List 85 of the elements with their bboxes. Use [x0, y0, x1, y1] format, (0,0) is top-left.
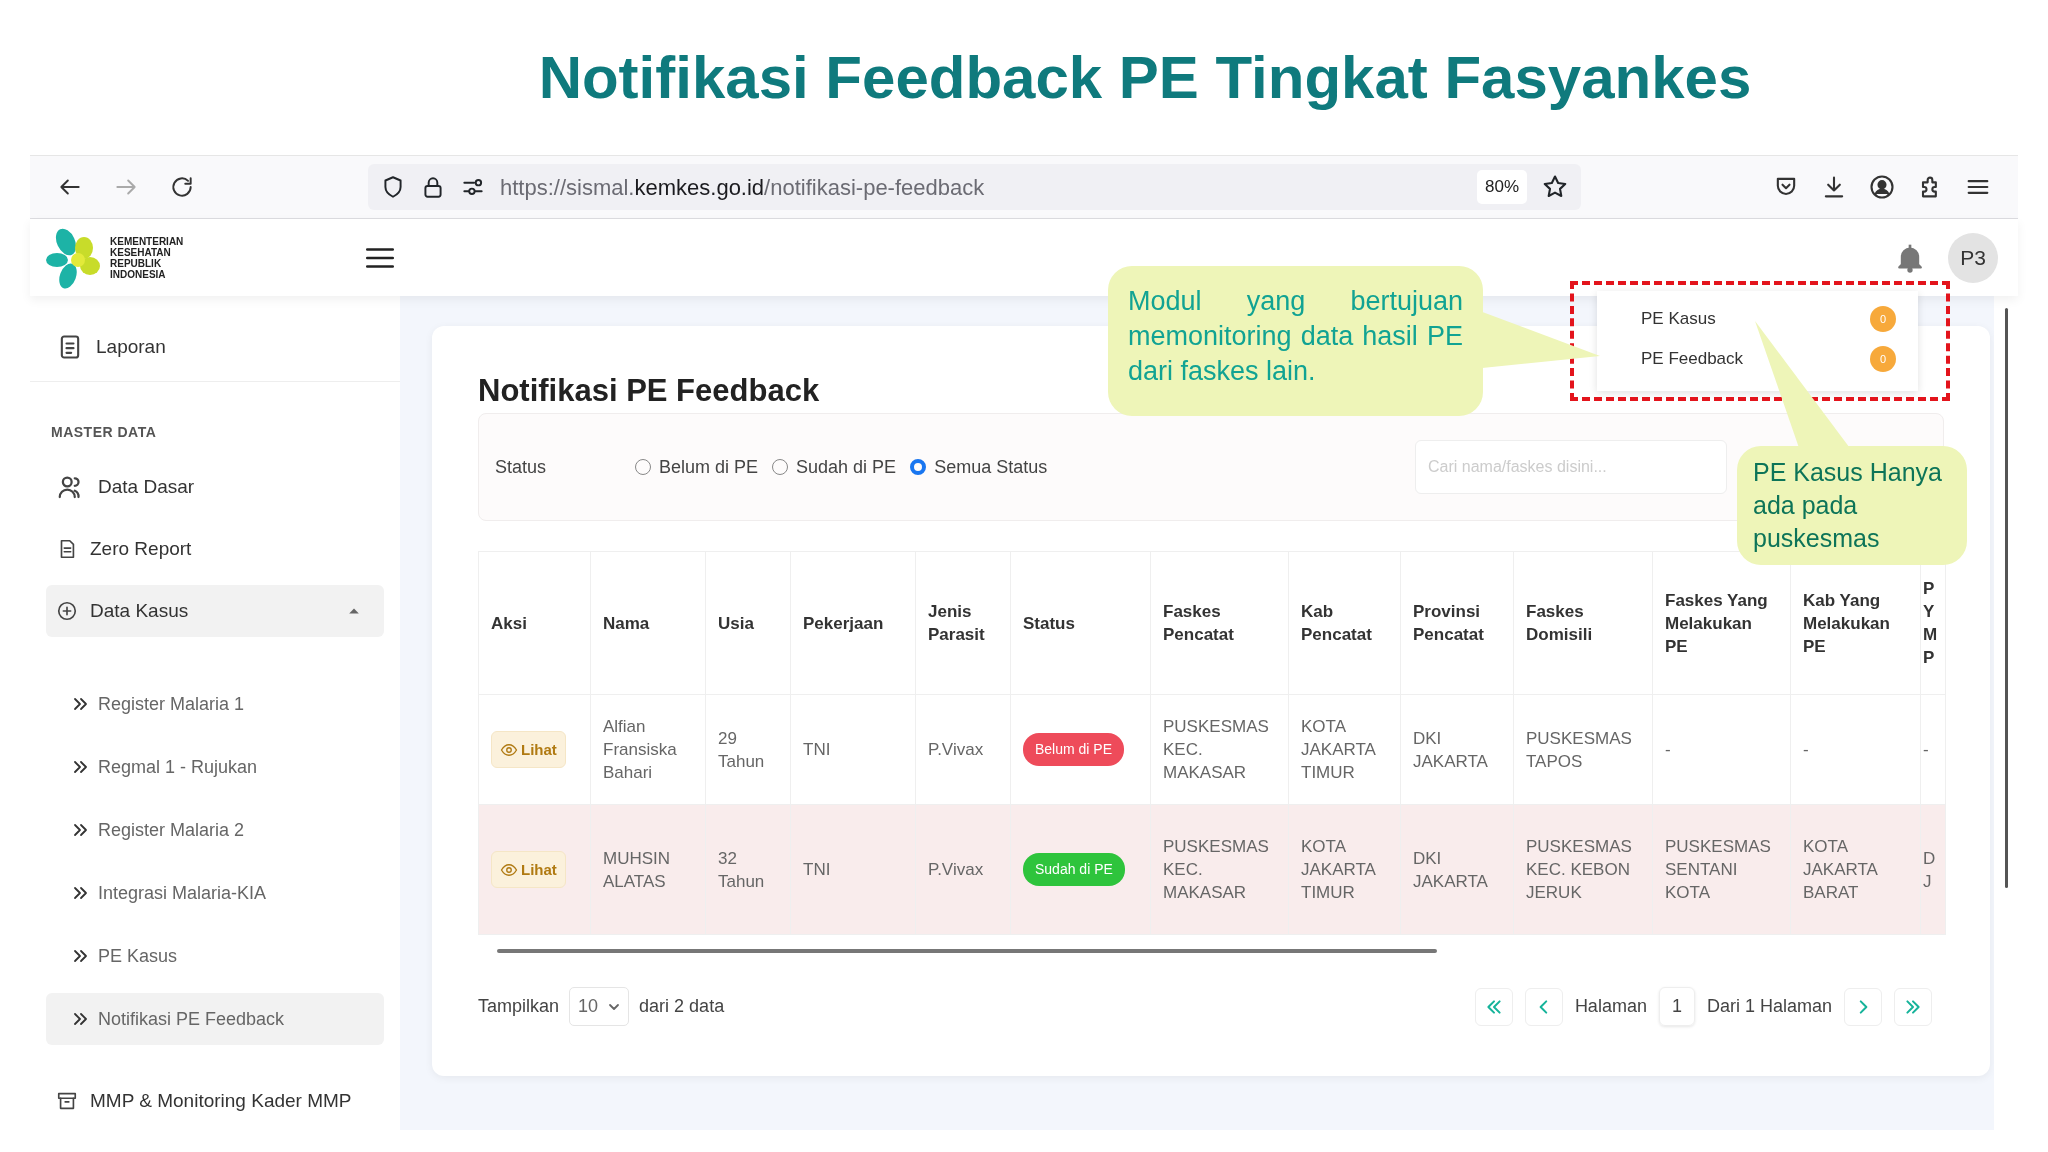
sidebar-item[interactable]: Data Dasar	[46, 461, 384, 513]
menu-item[interactable]: PE Kasus	[1641, 306, 1716, 332]
table-cell: PUSKESMAS SENTANI KOTA	[1652, 804, 1791, 935]
filter-label: Status	[495, 455, 548, 479]
radio-label[interactable]: Sudah di PE	[796, 453, 897, 481]
table-cell: Alfian Fransiska Bahari	[590, 694, 706, 805]
logo-text: KEMENTERIAN KESEHATAN REPUBLIK INDONESIA	[110, 235, 184, 280]
submenu-item[interactable]: PE Kasus	[46, 930, 384, 982]
table-cell: P.Vivax	[915, 804, 1011, 935]
callout: Modul yang bertujuan memonitoring data hasil PE dari faskes lain.	[1108, 266, 1483, 416]
double-chevron-icon	[72, 822, 88, 838]
pagination-button[interactable]	[1894, 987, 1932, 1026]
table-cell: DKI JAKARTA	[1400, 694, 1514, 805]
scrollbar-thumb[interactable]	[497, 949, 1437, 953]
total-text: dari 2 data	[639, 995, 725, 1018]
table-cell: DKI JAKARTA	[1400, 804, 1514, 935]
section-heading: MASTER DATA	[50, 423, 158, 442]
sidebar-item[interactable]: MMP & Monitoring Kader MMP	[46, 1075, 384, 1127]
status-badge: Belum di PE	[1023, 733, 1125, 766]
column-header: Usia	[705, 551, 791, 695]
menu-item[interactable]: PE Feedback	[1641, 346, 1744, 372]
column-header: Faskes Domisili	[1513, 551, 1653, 695]
double-chevron-right-icon	[1904, 997, 1922, 1016]
table-cell: PUSKESMAS TAPOS	[1513, 694, 1653, 805]
radio-button[interactable]	[910, 459, 927, 475]
slide-title: Notifikasi Feedback PE Tingkat Fasyankes	[538, 42, 1752, 113]
table-cell: -	[1652, 694, 1791, 805]
column-header: Faskes Pencatat	[1150, 551, 1289, 695]
page-size-select[interactable]: 10	[569, 987, 630, 1026]
submenu-item[interactable]: Register Malaria 2	[46, 804, 384, 856]
double-chevron-icon	[72, 948, 88, 964]
column-header: Aksi	[478, 551, 591, 695]
reload-icon[interactable]	[169, 174, 195, 200]
count-badge: 0	[1870, 346, 1896, 372]
page-label: Halaman	[1574, 995, 1647, 1018]
table-cell: 29 Tahun	[705, 694, 791, 805]
table-cell: -	[1920, 694, 1946, 805]
radio-label[interactable]: Belum di PE	[659, 453, 759, 481]
page-count-text: Dari 1 Halaman	[1706, 995, 1832, 1018]
account-icon[interactable]	[1868, 173, 1896, 201]
table-cell: -	[1790, 694, 1921, 805]
table-cell: PUSKESMAS KEC. KEBON JERUK	[1513, 804, 1653, 935]
column-header: Jenis Parasit	[915, 551, 1011, 695]
table-cell: TNI	[790, 694, 916, 805]
page-size-label: Tampilkan	[478, 995, 560, 1018]
sidebar-group[interactable]: Data Kasus	[46, 585, 384, 637]
column-header: Pekerjaan	[790, 551, 916, 695]
double-chevron-icon	[72, 696, 88, 712]
radio-label[interactable]: Semua Status	[934, 453, 1048, 481]
status-badge: Sudah di PE	[1023, 853, 1125, 886]
table-cell: KOTA JAKARTA TIMUR	[1288, 804, 1401, 935]
submenu-item[interactable]: Integrasi Malaria-KIA	[46, 867, 384, 919]
url-text[interactable]: https://sismal.kemkes.go.id/notifikasi-pe-feedback	[500, 170, 985, 204]
table-cell: TNI	[790, 804, 916, 935]
table-cell: PUSKESMAS KEC. MAKASAR	[1150, 694, 1289, 805]
address-bar[interactable]: https://sismal.kemkes.go.id/notifikasi-pe-feedback 80%	[368, 164, 1581, 210]
submenu-item[interactable]: Regmal 1 - Rujukan	[46, 741, 384, 793]
column-header: Nama	[590, 551, 706, 695]
page-number-field[interactable]: 1	[1658, 987, 1695, 1026]
double-chevron-icon	[72, 759, 88, 775]
callout: PE Kasus Hanya ada pada puskesmas	[1737, 446, 1967, 565]
table-cell: KOTA JAKARTA TIMUR	[1288, 694, 1401, 805]
submenu-item[interactable]: Register Malaria 1	[46, 678, 384, 730]
archive-icon	[56, 1090, 78, 1112]
count-badge: 0	[1870, 306, 1896, 332]
plus-circle-icon	[56, 600, 78, 622]
table-cell: KOTA JAKARTA BARAT	[1790, 804, 1921, 935]
page-heading: Notifikasi PE Feedback	[478, 372, 820, 410]
double-chevron-icon	[72, 1011, 88, 1027]
column-header: Kab Pencatat	[1288, 551, 1401, 695]
scrollbar-thumb[interactable]	[2004, 308, 2008, 888]
sidebar-item[interactable]: Laporan	[46, 321, 384, 373]
column-header: Provinsi Pencatat	[1400, 551, 1514, 695]
user-avatar[interactable]: P3	[1948, 232, 1998, 283]
column-header: Status	[1010, 551, 1151, 695]
table-cell: 32 Tahun	[705, 804, 791, 935]
double-chevron-icon	[72, 885, 88, 901]
pagination-button[interactable]	[1474, 987, 1513, 1026]
sidebar-item[interactable]: Zero Report	[46, 523, 384, 575]
table-cell: P.Vivax	[915, 694, 1011, 805]
table-cell: D J	[1920, 804, 1946, 935]
zoom-level[interactable]: 80%	[1476, 170, 1527, 204]
submenu-item[interactable]: Notifikasi PE Feedback	[46, 993, 384, 1045]
table-cell: MUHSIN ALATAS	[590, 804, 706, 935]
table-cell: PUSKESMAS KEC. MAKASAR	[1150, 804, 1289, 935]
